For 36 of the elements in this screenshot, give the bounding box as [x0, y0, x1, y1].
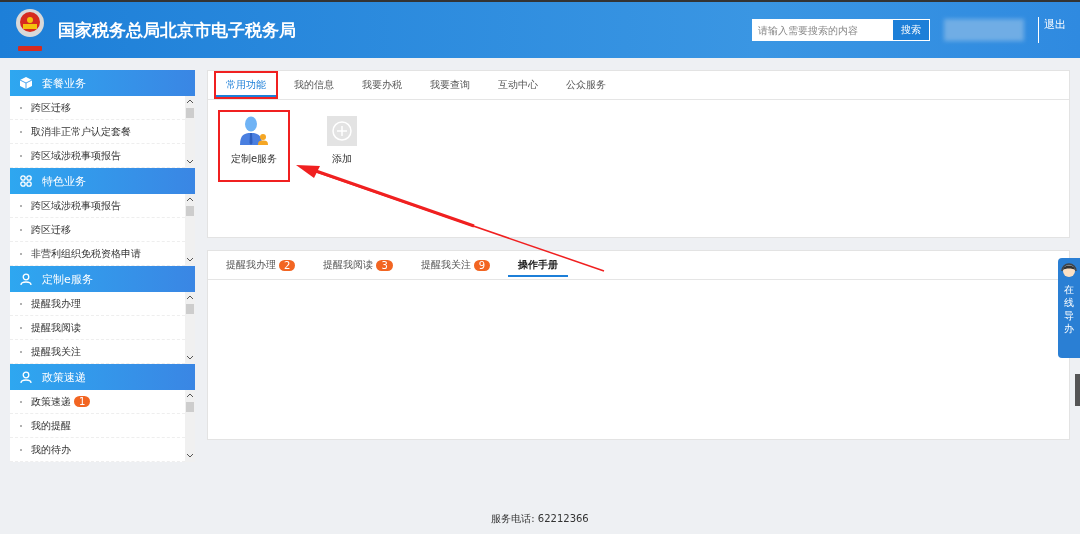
site-title: 国家税务总局北京市电子税务局	[58, 18, 296, 42]
section-title: 套餐业务	[42, 75, 86, 91]
tab[interactable]: 提醒我办理 2	[214, 251, 308, 279]
tab[interactable]: 公众服务	[554, 71, 618, 99]
count-badge: 2	[279, 259, 296, 271]
section-title: 政策速递	[42, 369, 86, 385]
add-icon	[327, 116, 357, 146]
function-tile[interactable]: 定制e服务	[218, 110, 290, 182]
online-guide-button[interactable]: 在线导办	[1058, 258, 1080, 358]
support-agent-icon	[1060, 261, 1078, 279]
person-icon	[239, 116, 269, 146]
section-title: 特色业务	[42, 173, 86, 189]
count-badge: 3	[376, 259, 393, 271]
scrollbar-drawing[interactable]	[185, 96, 195, 168]
search-field[interactable]: 请输入需要搜索的内容 搜索	[752, 19, 930, 41]
tab[interactable]: 提醒我关注 9	[408, 251, 503, 279]
cube-icon	[20, 77, 32, 89]
grid-icon	[20, 175, 32, 187]
tab[interactable]: 操作手册	[506, 251, 571, 279]
logout-link[interactable]: 退出	[1044, 17, 1066, 32]
tab[interactable]: 互动中心	[486, 71, 550, 99]
count-badge: 1	[74, 396, 91, 407]
user-icon	[20, 371, 32, 383]
tab[interactable]: 提醒我阅读 3	[311, 251, 405, 279]
count-badge: 9	[473, 259, 491, 271]
service-phone: 服务电话: 62212366	[491, 513, 589, 524]
section-title: 定制e服务	[42, 271, 93, 287]
search-button[interactable]: 搜索	[893, 20, 929, 40]
tab[interactable]: 常用功能	[214, 71, 278, 99]
tab[interactable]: 我要办税	[350, 71, 414, 99]
user-icon	[20, 273, 32, 285]
scrollbar-drawing[interactable]	[185, 292, 195, 364]
tab[interactable]: 我要查询	[418, 71, 482, 99]
side-tab[interactable]	[1075, 374, 1080, 406]
scrollbar-drawing[interactable]	[185, 194, 195, 266]
tab[interactable]: 我的信息	[282, 71, 346, 99]
